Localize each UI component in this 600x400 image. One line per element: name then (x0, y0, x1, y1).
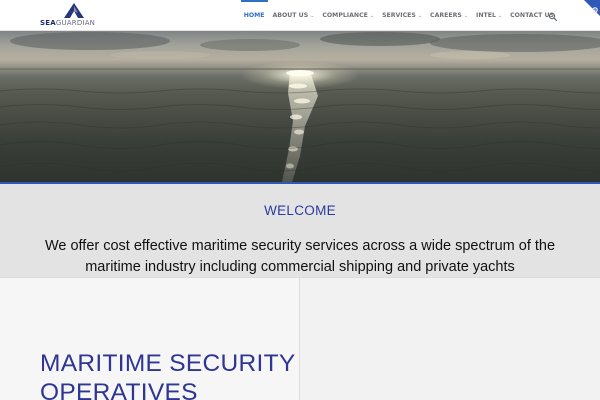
logo-wordmark: SEAGUARDIAN (40, 19, 112, 27)
nav-about-us[interactable]: ABOUT US ⌄ (269, 0, 319, 31)
nav-compliance-label: COMPLIANCE (322, 12, 368, 19)
search-icon[interactable] (547, 10, 559, 22)
welcome-text: We offer cost effective maritime securit… (44, 238, 556, 275)
chevron-down-icon: ⌄ (369, 12, 375, 19)
gear-icon[interactable] (591, 1, 599, 13)
nav-home-label: HOME (243, 12, 265, 19)
main-navigation: HOME ABOUT US ⌄ COMPLIANCE ⌄ SERVICES ⌄ CAR… (240, 0, 558, 31)
section-title-line-1: MARITIME SECURITY (40, 350, 296, 377)
nav-about-us-label: ABOUT US (272, 12, 309, 19)
section-title-line-2: OPERATIVES (40, 379, 198, 400)
section-title: MARITIME SECURITY OPERATIVES (40, 349, 296, 400)
nav-services[interactable]: SERVICES ⌄ (378, 0, 426, 31)
nav-intel[interactable]: INTEL ⌄ (472, 0, 506, 31)
seaguardian-logo[interactable]: SEAGUARDIAN (40, 2, 112, 29)
chevron-down-icon: ⌄ (417, 12, 423, 19)
secondary-panel (300, 277, 600, 400)
nav-careers-label: CAREERS (430, 12, 462, 19)
site-header: SEAGUARDIAN HOME ABOUT US ⌄ COMPLIANCE ⌄ S… (0, 0, 600, 31)
logo-wordmark-sea: SEA (40, 19, 56, 27)
welcome-section: WELCOME We offer cost effective maritime… (0, 184, 600, 277)
logo-sail-icon (64, 3, 84, 18)
hero-ocean-image (0, 31, 600, 182)
nav-home[interactable]: HOME (240, 0, 269, 31)
welcome-title: WELCOME (264, 203, 336, 218)
chevron-down-icon: ⌄ (463, 12, 469, 19)
chevron-down-icon: ⌄ (310, 12, 315, 19)
nav-careers[interactable]: CAREERS ⌄ (426, 0, 472, 31)
nav-compliance[interactable]: COMPLIANCE ⌄ (318, 0, 378, 31)
nav-intel-label: INTEL (476, 12, 496, 19)
chevron-down-icon: ⌄ (497, 12, 503, 19)
ocean-scene (0, 32, 600, 182)
logo-wordmark-guardian: GUARDIAN (55, 19, 96, 27)
nav-services-label: SERVICES (382, 12, 416, 19)
